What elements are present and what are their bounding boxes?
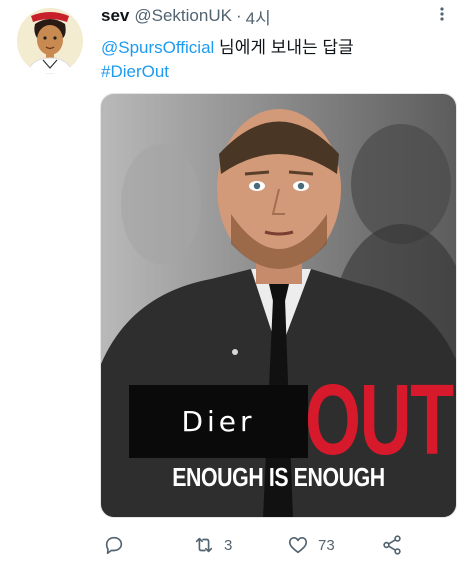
like-button[interactable]: 73 [286,532,335,558]
share-button[interactable] [380,532,404,558]
tweet-header: sev @SektionUK · 4시 [101,4,454,29]
reply-suffix: 님에게 보내는 답글 [214,38,354,57]
slogan-text: ENOUGH IS ENOUGH [172,462,385,492]
reply-to-mention[interactable]: @SpursOfficial [101,38,214,57]
avatar-illustration [17,8,83,74]
more-options-icon[interactable] [432,6,452,22]
like-count: 73 [318,536,335,554]
tweet-image[interactable]: Dier OUT ENOUGH IS ENOUGH [100,93,457,518]
tweet-actions: 3 73 [0,532,474,562]
display-name[interactable]: sev [101,6,129,26]
user-handle[interactable]: @SektionUK [134,6,232,26]
dier-label: Dier [181,405,256,438]
avatar[interactable] [17,8,83,74]
reply-context: @SpursOfficial 님에게 보내는 답글 [101,33,354,58]
separator-dot: · [235,6,242,25]
retweet-icon [195,537,213,553]
reply-icon [105,536,123,555]
hashtag-link[interactable]: #DierOut [101,62,169,82]
timestamp[interactable]: 4시 [246,4,271,29]
retweet-count: 3 [224,536,233,554]
heart-icon [288,537,308,554]
dier-label-box: Dier [129,385,308,458]
share-icon [383,535,401,555]
reply-button[interactable] [103,532,125,558]
retweet-button[interactable]: 3 [192,532,232,558]
out-label: OUT [305,364,454,476]
